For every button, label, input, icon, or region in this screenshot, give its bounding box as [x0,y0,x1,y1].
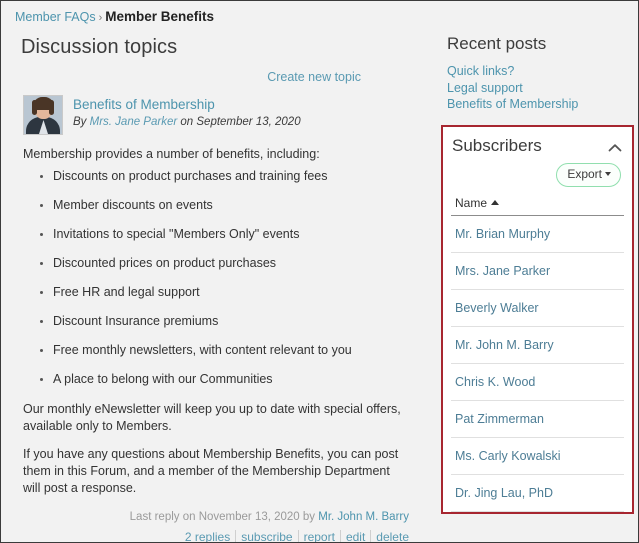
benefits-list: Discounts on product purchases and train… [23,169,409,387]
table-row[interactable]: Pat Zimmerman [451,401,624,438]
subscribe-link[interactable]: subscribe [235,530,298,542]
list-item: Discounts on product purchases and train… [40,169,409,184]
subscriber-link[interactable]: Mr. Brian Murphy [455,227,550,241]
breadcrumb-current: Member Benefits [105,9,215,24]
topic-title-link[interactable]: Benefits of Membership [73,96,301,113]
table-row[interactable]: Beverly Walker [451,290,624,327]
byline-prefix: By [73,116,87,128]
recent-post-link-quick-links[interactable]: Quick links? [447,63,631,80]
subscriber-link[interactable]: Mr. John M. Barry [455,338,554,352]
chevron-down-icon [605,171,611,176]
export-button-label: Export [567,167,602,181]
create-topic-row: Create new topic [1,59,433,86]
breadcrumb: Member FAQs › Member Benefits [15,9,214,26]
subscribers-table: Name Mr. Brian Murphy Mrs. Jane Parker B… [451,196,624,512]
export-row: Export [443,156,632,187]
subscriber-link[interactable]: Pat Zimmerman [455,412,544,426]
recent-post-link-benefits-of-membership[interactable]: Benefits of Membership [447,96,631,113]
list-item: Discounted prices on product purchases [40,256,409,271]
last-reply-line: Last reply on November 13, 2020 by Mr. J… [1,497,433,523]
byline-suffix: on September 13, 2020 [180,116,301,128]
create-new-topic-link[interactable]: Create new topic [267,70,361,84]
subscriber-link[interactable]: Ms. Carly Kowalski [455,449,561,463]
breadcrumb-link-member-faqs[interactable]: Member FAQs [15,10,96,24]
edit-link[interactable]: edit [339,530,371,542]
topic-paragraph-2: Our monthly eNewsletter will keep you up… [23,402,401,433]
last-reply-author-link[interactable]: Mr. John M. Barry [318,511,409,523]
last-reply-text: Last reply on November 13, 2020 by [129,511,316,523]
topic-paragraph-3: If you have any questions about Membersh… [23,447,399,495]
recent-posts-title: Recent posts [447,34,547,53]
table-row[interactable]: Mr. John M. Barry [451,327,624,364]
column-header-name[interactable]: Name [451,196,624,216]
replies-link[interactable]: 2 replies [180,530,235,542]
topic-author-link[interactable]: Mrs. Jane Parker [90,116,178,128]
sort-ascending-icon [491,200,500,206]
table-row[interactable]: Dr. Jing Lau, PhD [451,475,624,512]
breadcrumb-separator: › [98,12,103,24]
subscribers-header: Subscribers [443,127,632,156]
avatar-hair-right [49,100,54,115]
delete-link[interactable]: delete [370,530,409,542]
list-item: Free monthly newsletters, with content r… [40,343,409,358]
topic-body: Membership provides a number of benefits… [1,146,433,497]
table-row[interactable]: Ms. Carly Kowalski [451,438,624,475]
avatar [23,95,63,135]
subscriber-link[interactable]: Mrs. Jane Parker [455,264,550,278]
discussion-column: Discussion topics Create new topic Benef… [1,29,433,542]
page-container: Member FAQs › Member Benefits Discussion t… [0,0,639,543]
table-row[interactable]: Mr. Brian Murphy [451,216,624,253]
export-button[interactable]: Export [556,163,621,187]
list-item: A place to belong with our Communities [40,372,409,387]
list-item: Discount Insurance premiums [40,314,409,329]
page-title: Discussion topics [21,36,178,58]
report-link[interactable]: report [297,530,340,542]
subscriber-link[interactable]: Chris K. Wood [455,375,535,389]
topic-byline: By Mrs. Jane Parker on September 13, 202… [73,114,301,130]
avatar-hair-left [32,100,37,115]
list-item: Member discounts on events [40,198,409,213]
table-row[interactable]: Mrs. Jane Parker [451,253,624,290]
column-header-label: Name [455,196,488,210]
subscriber-link[interactable]: Dr. Jing Lau, PhD [455,486,553,500]
table-row[interactable]: Chris K. Wood [451,364,624,401]
topic-header: Benefits of Membership By Mrs. Jane Park… [1,86,433,135]
subscriber-link[interactable]: Beverly Walker [455,301,539,315]
subscribers-panel: Subscribers Export Name Mr. Brian Murphy… [441,125,634,514]
list-item: Free HR and legal support [40,285,409,300]
sidebar: Recent posts Quick links? Legal support … [441,29,631,113]
subscribers-title: Subscribers [452,136,542,155]
topic-header-text: Benefits of Membership By Mrs. Jane Park… [63,95,301,130]
topic-actions: 2 replies subscribe report edit delete [1,523,433,542]
recent-posts-list: Quick links? Legal support Benefits of M… [441,54,631,113]
recent-post-link-legal-support[interactable]: Legal support [447,80,631,97]
topic-intro: Membership provides a number of benefits… [23,147,320,161]
chevron-up-icon[interactable] [608,140,622,152]
list-item: Invitations to special "Members Only" ev… [40,227,409,242]
